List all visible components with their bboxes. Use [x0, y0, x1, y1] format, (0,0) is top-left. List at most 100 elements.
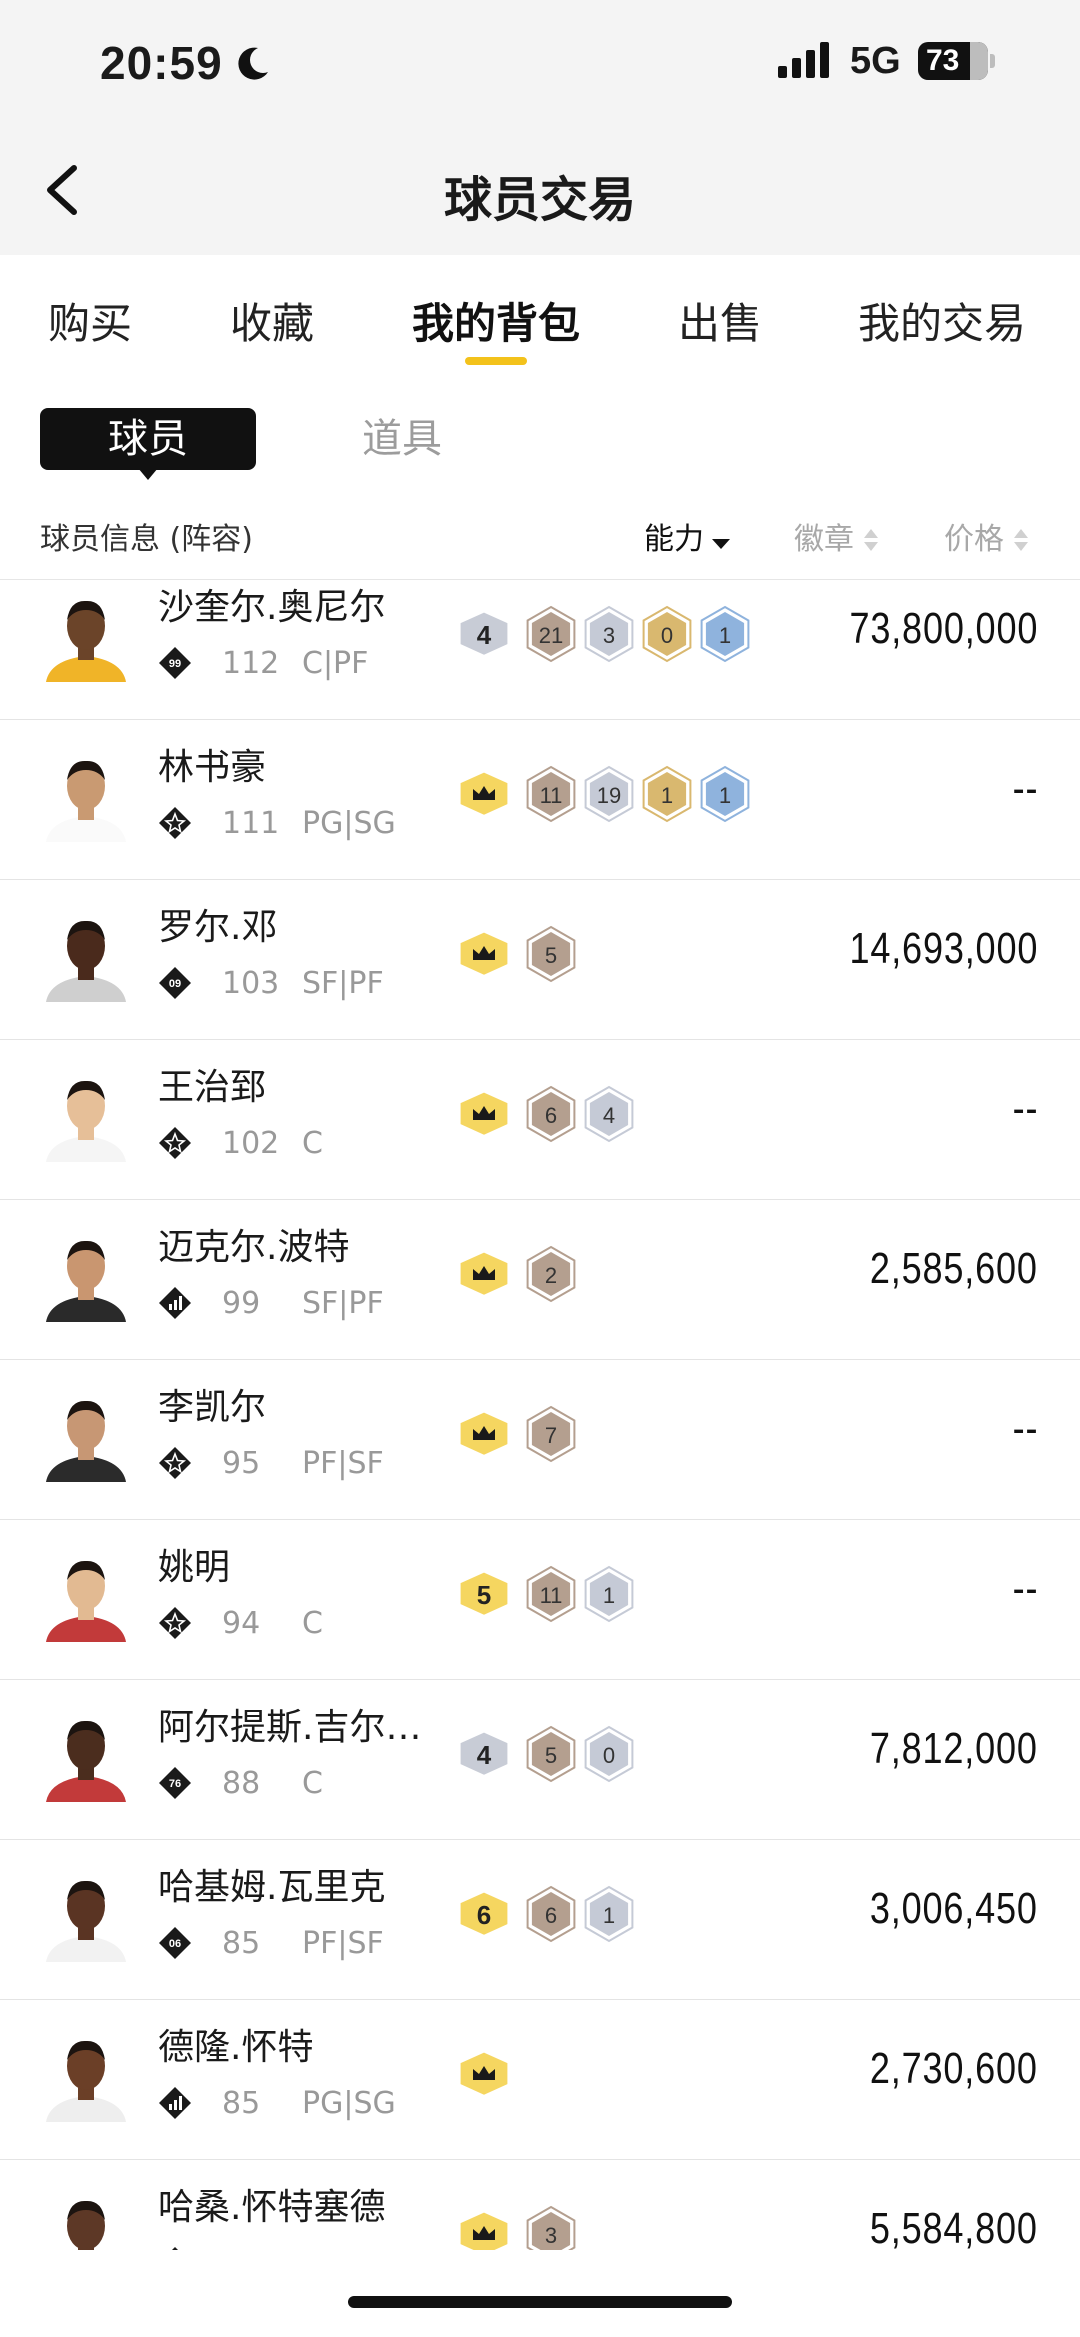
rank-76-icon: 76	[159, 1767, 191, 1799]
star-rank-icon	[159, 1607, 191, 1639]
player-avatar	[46, 1720, 126, 1802]
player-name: 李凯尔	[158, 1387, 267, 1428]
star-rank-icon	[159, 807, 191, 839]
tab-my-trades[interactable]: 我的交易	[858, 290, 1026, 351]
segment-player[interactable]: 球员	[40, 408, 256, 480]
player-overall: 88	[222, 1766, 261, 1801]
player-row[interactable]: 沙奎尔.奥尼尔 99 112 C|PF 4 21 3 0 1 73,800,000	[0, 582, 1080, 720]
tab-sell[interactable]: 出售	[678, 290, 762, 351]
crown-level-icon	[460, 1252, 508, 1295]
player-avatar	[46, 1880, 126, 1962]
level-badge: 5	[460, 1572, 508, 1615]
svg-text:09: 09	[169, 978, 181, 990]
segment-item[interactable]: 道具	[362, 408, 442, 470]
player-avatar	[46, 1240, 126, 1322]
badge-count-silver: 4	[584, 1085, 634, 1143]
player-price: 3,006,450	[870, 1884, 1038, 1933]
sort-desc-icon	[712, 527, 730, 555]
svg-text:4: 4	[603, 1103, 615, 1128]
player-list: 沙奎尔.奥尼尔 99 112 C|PF 4 21 3 0 1 73,800,000 …	[0, 582, 1080, 2250]
home-indicator	[348, 2296, 732, 2308]
svg-text:0: 0	[661, 623, 673, 648]
player-avatar	[46, 1400, 126, 1482]
player-row[interactable]: 哈桑.怀特塞德 3 5,584,800	[0, 2160, 1080, 2250]
player-row[interactable]: 林书豪 111 PG|SG 11 19 1 1 --	[0, 720, 1080, 880]
svg-text:1: 1	[719, 783, 731, 808]
player-row[interactable]: 王治郅 102 C 6 4 --	[0, 1040, 1080, 1200]
tab-buy[interactable]: 购买	[48, 290, 132, 351]
bars-rank-icon	[159, 1287, 191, 1319]
badge-count-gold: 1	[642, 765, 692, 823]
player-row[interactable]: 哈基姆.瓦里克 06 85 PF|SF 6 6 1 3,006,450	[0, 1840, 1080, 2000]
badge-count-bronze: 3	[526, 2205, 576, 2250]
svg-text:06: 06	[169, 1938, 181, 1950]
tab-favorites[interactable]: 收藏	[230, 290, 314, 351]
sort-ability[interactable]: 能力	[644, 514, 730, 558]
player-row[interactable]: 德隆.怀特 85 PG|SG 2,730,600	[0, 2000, 1080, 2160]
player-row[interactable]: 姚明 94 C 5 11 1 --	[0, 1520, 1080, 1680]
crown-level-icon	[460, 1092, 508, 1135]
crown-level-icon	[460, 772, 508, 815]
badge-count-silver: 3	[584, 605, 634, 663]
player-row[interactable]: 罗尔.邓 09 103 SF|PF 5 14,693,000	[0, 880, 1080, 1040]
player-price: 5,584,800	[870, 2204, 1038, 2250]
svg-text:6: 6	[477, 1900, 491, 1930]
player-position: PG|SG	[302, 2086, 396, 2121]
player-position: C	[302, 1606, 323, 1641]
badge-count-bronze: 5	[526, 925, 576, 983]
svg-text:1: 1	[603, 1903, 615, 1928]
player-position: SF|PF	[302, 966, 384, 1001]
player-row[interactable]: 李凯尔 95 PF|SF 7 --	[0, 1360, 1080, 1520]
player-price: 2,585,600	[870, 1244, 1038, 1293]
battery-level: 73	[926, 44, 960, 77]
badge-count-bronze: 21	[526, 605, 576, 663]
svg-text:4: 4	[477, 620, 492, 650]
tab-my-backpack[interactable]: 我的背包	[412, 290, 580, 351]
player-name: 罗尔.邓	[158, 907, 278, 948]
rank-06-icon: 06	[159, 1927, 191, 1959]
player-row[interactable]: 迈克尔.波特 99 SF|PF 2 2,585,600	[0, 1200, 1080, 1360]
player-price: 7,812,000	[870, 1724, 1038, 1773]
svg-text:3: 3	[603, 623, 615, 648]
svg-text:11: 11	[540, 783, 563, 808]
nav-bar: 球员交易	[0, 130, 1080, 255]
badge-count-blue: 1	[700, 765, 750, 823]
bars-rank-icon	[159, 2087, 191, 2119]
sort-badge-label: 徽章	[794, 522, 854, 557]
battery-tip	[990, 54, 995, 68]
player-position: SF|PF	[302, 1286, 384, 1321]
badge-count-bronze: 6	[526, 1085, 576, 1143]
svg-text:0: 0	[603, 1743, 615, 1768]
player-overall: 94	[222, 1606, 261, 1641]
level-badge: 6	[460, 1892, 508, 1935]
player-avatar	[46, 1560, 126, 1642]
svg-text:1: 1	[719, 623, 731, 648]
player-overall: 85	[222, 2086, 261, 2121]
column-header: 球员信息 (阵容) 能力 徽章 价格	[0, 500, 1080, 580]
player-price: --	[1012, 1084, 1038, 1133]
player-position: C|PF	[302, 646, 369, 681]
player-avatar	[46, 2040, 126, 2122]
badge-count-bronze: 6	[526, 1885, 576, 1943]
player-avatar	[46, 920, 126, 1002]
sort-price[interactable]: 价格	[944, 514, 1030, 558]
star-rank-icon	[172, 2247, 178, 2250]
player-row[interactable]: 阿尔提斯.吉尔… 76 88 C 4 5 0 7,812,000	[0, 1680, 1080, 1840]
status-bar: 20:59 5G 73	[0, 0, 1080, 130]
sort-badge[interactable]: 徽章	[794, 514, 880, 558]
svg-text:6: 6	[545, 1103, 557, 1128]
network-type: 5G	[850, 40, 901, 82]
page-title: 球员交易	[443, 172, 636, 228]
player-overall: 99	[222, 1286, 261, 1321]
svg-text:2: 2	[545, 1263, 557, 1288]
svg-text:5: 5	[477, 1580, 491, 1610]
crown-level-icon	[460, 932, 508, 975]
svg-text:1: 1	[603, 1583, 615, 1608]
svg-text:19: 19	[597, 783, 621, 808]
svg-text:4: 4	[477, 1740, 492, 1770]
player-price: --	[1012, 1564, 1038, 1613]
badge-count-silver: 1	[584, 1885, 634, 1943]
player-avatar	[67, 2200, 105, 2250]
player-name: 王治郅	[158, 1067, 267, 1108]
sort-ability-label: 能力	[644, 522, 704, 557]
